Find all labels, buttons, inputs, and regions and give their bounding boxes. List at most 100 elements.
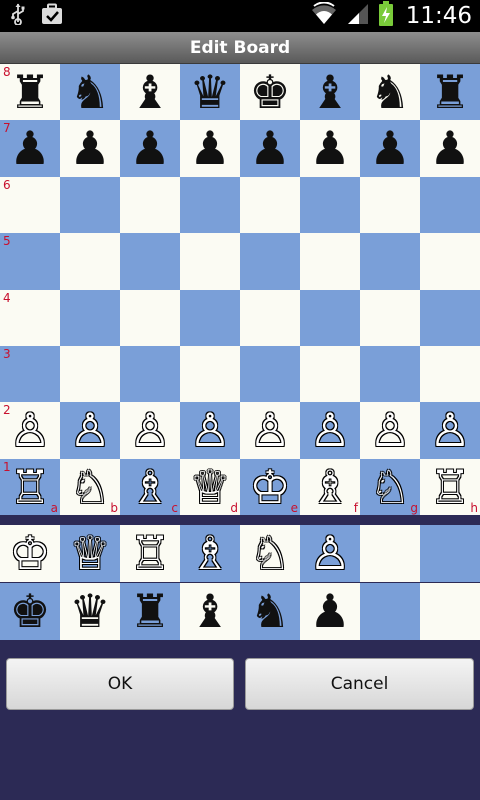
palette-piece-icon[interactable]: ♖ [120,525,180,581]
board-square-e8[interactable]: ♚ [240,64,300,121]
palette-piece-icon[interactable]: ♝ [180,583,240,639]
board-square-e6[interactable] [240,176,300,234]
chess-piece-icon[interactable]: ♙ [120,402,180,458]
board-square-g5[interactable] [360,233,420,290]
board-square-a2[interactable]: ♙ 2 [0,402,60,459]
board-square-d1[interactable]: ♕ d [180,458,240,516]
palette-square[interactable]: ♞ [240,582,300,640]
palette-square[interactable]: ♗ [180,525,240,582]
board-square-g7[interactable]: ♟ [360,120,420,177]
board-square-c4[interactable] [120,289,180,346]
board-square-d6[interactable] [180,176,240,234]
palette-piece-icon[interactable]: ♟ [300,583,360,639]
chess-piece-icon[interactable]: ♟ [60,120,120,176]
board-square-b1[interactable]: ♘ b [60,458,120,516]
ok-button[interactable]: OK [6,658,234,710]
board-square-c3[interactable] [120,345,180,403]
board-square-e4[interactable] [240,289,300,346]
board-square-h1[interactable]: ♖ h [420,458,480,516]
board-square-g4[interactable] [360,289,420,346]
board-square-d7[interactable]: ♟ [180,120,240,177]
palette-square[interactable]: ♔ [0,525,60,582]
board-square-e7[interactable]: ♟ [240,120,300,177]
chess-piece-icon[interactable]: ♟ [180,120,240,176]
board-square-b2[interactable]: ♙ [60,402,120,459]
board-square-c1[interactable]: ♗ c [120,458,180,516]
board-square-g6[interactable] [360,176,420,234]
board-square-b6[interactable] [60,176,120,234]
board-square-d3[interactable] [180,345,240,403]
palette-square[interactable] [420,582,480,640]
chess-piece-icon[interactable]: ♟ [240,120,300,176]
palette-piece-icon[interactable]: ♜ [120,583,180,639]
chess-piece-icon[interactable]: ♚ [240,64,300,120]
board-square-a5[interactable]: 5 [0,233,60,290]
palette-square[interactable]: ♖ [120,525,180,582]
palette-piece-icon[interactable]: ♔ [0,525,60,581]
board-square-f6[interactable] [300,176,360,234]
chess-piece-icon[interactable]: ♙ [60,402,120,458]
palette-square[interactable]: ♚ [0,582,60,640]
palette-square[interactable]: ♘ [240,525,300,582]
palette-square[interactable] [360,582,420,640]
board-square-g8[interactable]: ♞ [360,64,420,121]
board-square-g1[interactable]: ♘ g [360,458,420,516]
chess-piece-icon[interactable]: ♙ [420,402,480,458]
chess-board[interactable]: ♜ 8 ♞ ♝ ♛ ♚ ♝ ♞ ♜ ♟ 7 ♟ ♟ ♟ ♟ ♟ ♟ ♟ 6 5 4 3 ♙ 2 ♙ ♙ ♙ ♙ ♙ ♙ ♙ ♖ 1 a ♘ b ♗ c ♕ d… [0,64,480,516]
chess-piece-icon[interactable]: ♟ [420,120,480,176]
palette-square[interactable]: ♝ [180,582,240,640]
chess-piece-icon[interactable]: ♙ [360,402,420,458]
board-square-f5[interactable] [300,233,360,290]
chess-piece-icon[interactable]: ♙ [180,402,240,458]
board-square-h7[interactable]: ♟ [420,120,480,177]
board-square-e5[interactable] [240,233,300,290]
board-square-b4[interactable] [60,289,120,346]
board-square-c7[interactable]: ♟ [120,120,180,177]
chess-piece-icon[interactable]: ♟ [360,120,420,176]
palette-piece-icon[interactable]: ♘ [240,525,300,581]
palette-piece-icon[interactable]: ♛ [60,583,120,639]
palette-piece-icon[interactable]: ♚ [0,583,60,639]
board-square-f7[interactable]: ♟ [300,120,360,177]
palette-square[interactable] [360,525,420,582]
chess-piece-icon[interactable]: ♝ [300,64,360,120]
board-square-f8[interactable]: ♝ [300,64,360,121]
chess-piece-icon[interactable]: ♞ [60,64,120,120]
palette-piece-icon[interactable]: ♕ [60,525,120,581]
board-square-e1[interactable]: ♔ e [240,458,300,516]
board-square-b8[interactable]: ♞ [60,64,120,121]
board-square-h2[interactable]: ♙ [420,402,480,459]
chess-piece-icon[interactable]: ♞ [360,64,420,120]
board-square-h4[interactable] [420,289,480,346]
board-square-f2[interactable]: ♙ [300,402,360,459]
palette-square[interactable]: ♛ [60,582,120,640]
chess-piece-icon[interactable]: ♟ [300,120,360,176]
board-square-a7[interactable]: ♟ 7 [0,120,60,177]
palette-piece-icon[interactable]: ♙ [300,525,360,581]
board-square-f3[interactable] [300,345,360,403]
chess-piece-icon[interactable]: ♝ [120,64,180,120]
board-square-a1[interactable]: ♖ 1 a [0,458,60,516]
palette-square[interactable]: ♙ [300,525,360,582]
board-square-a6[interactable]: 6 [0,176,60,234]
board-square-h3[interactable] [420,345,480,403]
chess-piece-icon[interactable]: ♟ [120,120,180,176]
board-square-h5[interactable] [420,233,480,290]
board-square-c2[interactable]: ♙ [120,402,180,459]
board-square-b3[interactable] [60,345,120,403]
board-square-h8[interactable]: ♜ [420,64,480,121]
board-square-f1[interactable]: ♗ f [300,458,360,516]
board-square-e2[interactable]: ♙ [240,402,300,459]
chess-piece-icon[interactable]: ♙ [300,402,360,458]
piece-palette[interactable]: ♔ ♕ ♖ ♗ ♘ ♙ ♚ ♛ ♜ ♝ ♞ ♟ [0,525,480,640]
board-square-a4[interactable]: 4 [0,289,60,346]
board-square-d5[interactable] [180,233,240,290]
board-square-d4[interactable] [180,289,240,346]
chess-piece-icon[interactable]: ♛ [180,64,240,120]
board-square-b7[interactable]: ♟ [60,120,120,177]
board-square-e3[interactable] [240,345,300,403]
palette-square[interactable]: ♜ [120,582,180,640]
palette-piece-icon[interactable]: ♗ [180,525,240,581]
board-square-d2[interactable]: ♙ [180,402,240,459]
board-square-f4[interactable] [300,289,360,346]
